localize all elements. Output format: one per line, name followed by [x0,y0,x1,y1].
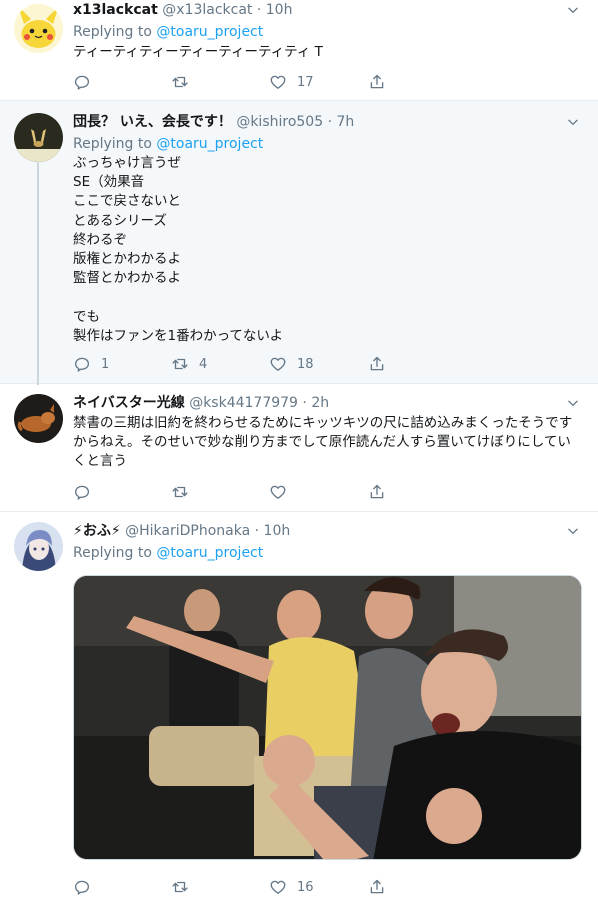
like-count: 16 [297,879,314,895]
retweet-icon [171,878,189,896]
avatar[interactable] [14,113,63,162]
replying-label: Replying to [73,24,152,40]
replying-to: Replying to @toaru_project [73,23,584,42]
share-icon [368,878,386,896]
tweet-text: 禁書の三期は旧約を終わらせるためにキッツキツの尺に詰め込みまくったそうですからね… [73,415,573,470]
tweet-header: 団長？ いえ、会長です！ @kishiro505 · 7h [73,112,584,132]
attached-photo[interactable] [73,575,582,860]
share-icon [368,355,386,373]
share-icon [368,483,386,501]
reply-button[interactable] [73,72,101,92]
tweet-actions: 17 [73,72,403,92]
tweet-hikaridphonaka[interactable]: ⚡おふ⚡ @HikariDPhonaka · 10h Replying to @… [0,512,598,908]
like-count: 18 [297,356,314,372]
retweet-icon [171,73,189,91]
user-handle[interactable]: @x13lackcat [162,2,252,18]
thread-connector [37,161,39,385]
retweet-button[interactable]: 4 [171,354,207,374]
heart-icon [269,483,287,501]
reply-button[interactable] [73,877,101,897]
retweet-button[interactable] [171,482,199,502]
tweet-actions: 1 4 18 [73,354,403,374]
heart-icon [269,878,287,896]
retweet-button[interactable] [171,877,199,897]
share-button[interactable] [368,72,386,92]
tweet-x13lackcat[interactable]: x13lackcat @x13lackcat · 10h Replying to… [0,0,598,101]
like-button[interactable]: 18 [269,354,314,374]
chevron-down-icon[interactable] [566,396,580,410]
reply-count: 1 [101,356,110,372]
tweet-actions [73,482,403,502]
display-name[interactable]: ネイバスター光線 [73,395,185,411]
mention-link[interactable]: @toaru_project [156,545,263,561]
tweet-header: x13lackcat @x13lackcat · 10h [73,0,584,20]
share-button[interactable] [368,877,386,897]
timestamp[interactable]: · 10h [257,2,293,18]
reply-button[interactable] [73,482,101,502]
display-name[interactable]: x13lackcat [73,2,158,18]
retweet-button[interactable] [171,72,199,92]
tweet-actions: 16 [73,877,403,897]
tweet-kishiro505[interactable]: 団長？ いえ、会長です！ @kishiro505 · 7h Replying t… [0,101,598,385]
replying-to: Replying to @toaru_project [73,544,584,563]
tweet-text: ティーティティーティーティーティティ T [73,44,323,60]
mention-link[interactable]: @toaru_project [156,136,263,152]
reply-icon [73,878,91,896]
tweet-header: ⚡おふ⚡ @HikariDPhonaka · 10h [73,521,584,541]
display-name[interactable]: ⚡おふ⚡ [73,523,121,539]
share-button[interactable] [368,482,386,502]
reply-feed: x13lackcat @x13lackcat · 10h Replying to… [0,0,598,908]
retweet-count: 4 [199,356,208,372]
chevron-down-icon[interactable] [566,3,580,17]
like-button[interactable]: 16 [269,877,314,897]
like-button[interactable] [269,482,297,502]
mention-link[interactable]: @toaru_project [156,24,263,40]
chevron-down-icon[interactable] [566,524,580,538]
tweet-ksk44177979[interactable]: ネイバスター光線 @ksk44177979 · 2h 禁書の三期は旧約を終わらせ… [0,384,598,512]
share-icon [368,73,386,91]
tweet-text: ぶっちゃけ言うぜ SE（効果音 ここで戻さないと とあるシリーズ 終わるぞ 版権… [73,155,284,344]
tweet-header: ネイバスター光線 @ksk44177979 · 2h [73,393,584,413]
replying-to: Replying to @toaru_project [73,135,584,154]
user-handle[interactable]: @ksk44177979 [189,395,298,411]
avatar[interactable] [14,394,63,443]
avatar[interactable] [14,522,63,571]
reply-icon [73,73,91,91]
chevron-down-icon[interactable] [566,115,580,129]
like-button[interactable]: 17 [269,72,314,92]
reply-icon [73,483,91,501]
display-name[interactable]: 団長？ いえ、会長です！ [73,114,232,130]
share-button[interactable] [368,354,386,374]
timestamp[interactable]: · 7h [328,114,355,130]
replying-label: Replying to [73,136,152,152]
timestamp[interactable]: · 2h [302,395,329,411]
user-handle[interactable]: @kishiro505 [236,114,323,130]
timestamp[interactable]: · 10h [255,523,291,539]
heart-icon [269,73,287,91]
retweet-icon [171,483,189,501]
reply-button[interactable]: 1 [73,354,109,374]
heart-icon [269,355,287,373]
reply-icon [73,355,91,373]
replying-label: Replying to [73,545,152,561]
like-count: 17 [297,74,314,90]
retweet-icon [171,355,189,373]
user-handle[interactable]: @HikariDPhonaka [125,523,250,539]
avatar[interactable] [14,4,63,53]
